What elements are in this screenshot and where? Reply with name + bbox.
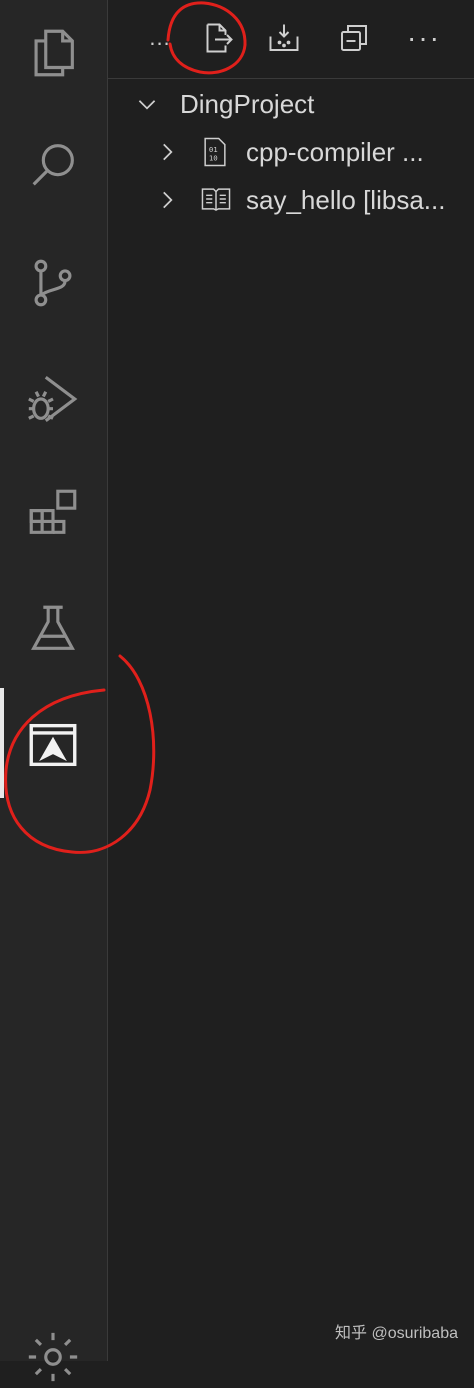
chevron-right-icon [154, 187, 180, 213]
export-file-icon[interactable] [194, 14, 242, 62]
download-install-icon[interactable] [260, 14, 308, 62]
tree-root-dingproject[interactable]: DingProject [108, 80, 474, 128]
active-indicator [0, 688, 4, 798]
settings-gear-icon[interactable] [22, 1326, 84, 1388]
tree-item-say-hello[interactable]: say_hello [libsa... [108, 176, 474, 224]
collapse-all-icon[interactable] [330, 14, 378, 62]
tree-item-label: cpp-compiler ... [246, 136, 424, 167]
watermark: 知乎 @osuribaba [335, 1325, 458, 1342]
toolbar-overflow-left[interactable]: ... [146, 14, 174, 62]
tree-item-label: say_hello [libsa... [246, 184, 446, 215]
activity-bar [0, 0, 108, 1382]
extensions-icon[interactable] [22, 482, 84, 544]
svg-text:10: 10 [209, 154, 218, 163]
explorer-icon[interactable] [22, 22, 84, 84]
testing-icon[interactable] [22, 598, 84, 660]
chevron-right-icon [154, 139, 180, 165]
more-actions-button[interactable]: ··· [404, 14, 444, 62]
source-control-icon[interactable] [22, 252, 84, 314]
search-icon[interactable] [22, 134, 84, 196]
tree-item-cpp-compiler[interactable]: 01 10 cpp-compiler ... [108, 128, 474, 176]
run-debug-icon[interactable] [22, 368, 84, 430]
view-toolbar: ... ··· [108, 0, 474, 79]
arkts-panel-icon[interactable] [22, 714, 84, 776]
sidebar: ... ··· DingProject 01 10 cpp-compiler .… [108, 0, 474, 1361]
chevron-down-icon [134, 91, 160, 117]
book-icon [200, 184, 231, 216]
binary-file-icon: 01 10 [200, 136, 230, 168]
tree-root-label: DingProject [180, 88, 315, 119]
